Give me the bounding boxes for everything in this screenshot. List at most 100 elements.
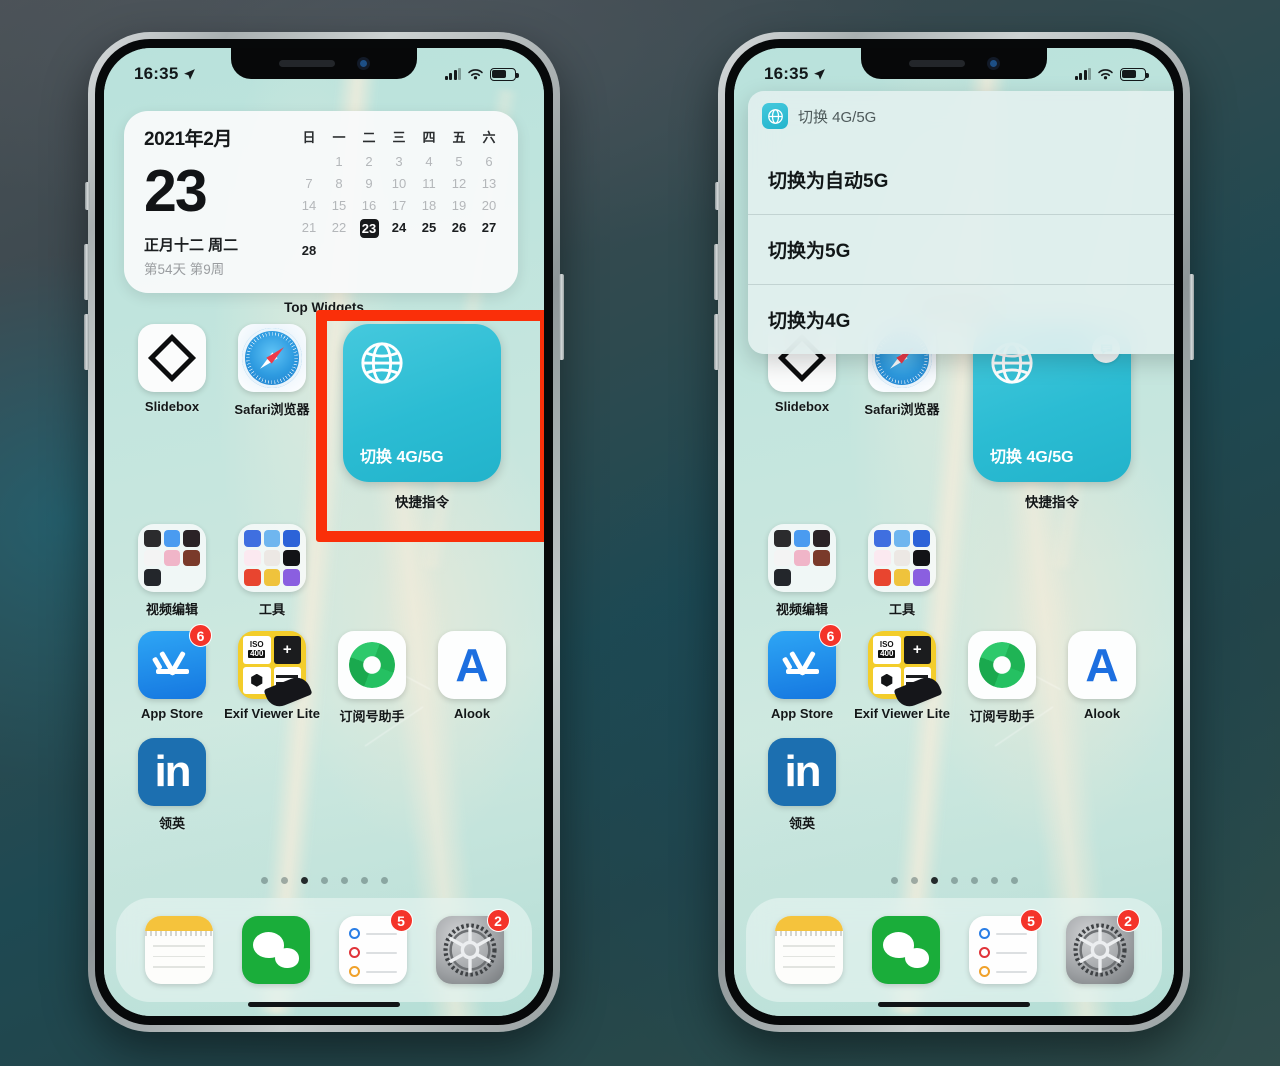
- linkedin-icon[interactable]: in: [138, 738, 206, 806]
- volume-down-button[interactable]: [84, 314, 89, 370]
- page-dot[interactable]: [950, 877, 958, 884]
- folder-tools[interactable]: 工具: [222, 524, 322, 618]
- app-app-store[interactable]: 6 App Store: [122, 624, 222, 725]
- app-row-1: Slidebox Safari浏览器 切换 4G/5G 快捷指令: [104, 324, 544, 511]
- app-subscription-assistant[interactable]: 订阅号助手: [952, 631, 1052, 725]
- home-indicator[interactable]: [878, 1002, 1030, 1007]
- app-safari[interactable]: Safari浏览器: [222, 324, 322, 511]
- mute-switch[interactable]: [715, 182, 720, 210]
- page-dot[interactable]: [1010, 877, 1018, 884]
- calendar-widget[interactable]: 2021年2月 23 正月十二 周二 第54天 第9周 日一二三四五六.1234…: [124, 111, 518, 293]
- shortcut-widget-title: 切换 4G/5G: [360, 449, 444, 466]
- front-camera: [986, 56, 1000, 70]
- page-dot[interactable]: [890, 877, 898, 884]
- app-subscription-assistant[interactable]: 订阅号助手: [322, 631, 422, 725]
- page-dot[interactable]: [970, 877, 978, 884]
- calendar-day: 19: [451, 198, 467, 213]
- settings-icon[interactable]: 2: [1065, 909, 1140, 984]
- page-dot[interactable]: [280, 877, 288, 884]
- notch: [231, 48, 417, 79]
- app-exif-viewer-lite[interactable]: ISO 400 + Exif Viewer Lite: [222, 631, 322, 725]
- globe-icon: [762, 103, 788, 129]
- home-indicator[interactable]: [248, 1002, 400, 1007]
- folder-icon[interactable]: [238, 524, 306, 592]
- app-linkedin[interactable]: in 领英: [122, 738, 222, 832]
- power-button[interactable]: [559, 274, 564, 360]
- shortcut-action-menu-option-3[interactable]: 切换为4G: [748, 284, 1174, 354]
- shortcut-widget-cell[interactable]: 切换 4G/5G 快捷指令: [322, 324, 522, 511]
- page-dot[interactable]: [340, 877, 348, 884]
- folder-icon[interactable]: [138, 524, 206, 592]
- slidebox-icon[interactable]: [138, 324, 206, 392]
- app-store-icon[interactable]: 6: [138, 624, 212, 699]
- app-label: App Store: [140, 706, 204, 721]
- phone-right-screen: 16:35 Top Widgets: [734, 48, 1174, 1016]
- calendar-day: 15: [331, 198, 347, 213]
- calendar-weekday-header: 三: [392, 130, 406, 145]
- calendar-weekday-header: 四: [422, 130, 436, 145]
- subscription-assistant-icon[interactable]: [968, 631, 1036, 699]
- notes-icon[interactable]: [774, 916, 843, 984]
- subscription-assistant-icon[interactable]: [338, 631, 406, 699]
- power-button[interactable]: [1189, 274, 1194, 360]
- volume-up-button[interactable]: [84, 244, 89, 300]
- app-store-icon[interactable]: 6: [768, 624, 842, 699]
- folder-icon[interactable]: [768, 524, 836, 592]
- exif-viewer-icon[interactable]: ISO 400 +: [238, 631, 313, 711]
- notes-icon[interactable]: [144, 916, 213, 984]
- page-dot[interactable]: [990, 877, 998, 884]
- page-dot[interactable]: [320, 877, 328, 884]
- app-linkedin[interactable]: in 领英: [752, 738, 852, 832]
- page-dots[interactable]: [734, 877, 1174, 884]
- badge-count: 5: [1019, 909, 1043, 932]
- safari-icon[interactable]: [238, 324, 306, 392]
- calendar-lunar-date: 正月十二 周二: [144, 237, 239, 254]
- page-dots[interactable]: [104, 877, 544, 884]
- wechat-icon[interactable]: [871, 916, 940, 984]
- exif-viewer-icon[interactable]: ISO 400 +: [868, 631, 943, 711]
- shortcut-action-menu-option-2[interactable]: 切换为5G: [748, 214, 1174, 284]
- alook-icon[interactable]: A: [1068, 631, 1136, 699]
- calendar-day-today: 23: [359, 219, 379, 238]
- earpiece-speaker: [908, 59, 965, 67]
- app-exif-viewer-lite[interactable]: ISO 400 + Exif Viewer Lite: [852, 631, 952, 725]
- app-alook[interactable]: A Alook: [422, 631, 522, 725]
- calendar-day: 28: [301, 243, 317, 258]
- calendar-day: 13: [481, 176, 497, 191]
- page-dot[interactable]: [360, 877, 368, 884]
- folder-icon[interactable]: [868, 524, 936, 592]
- alook-icon[interactable]: A: [438, 631, 506, 699]
- calendar-month: 2021年2月: [144, 129, 233, 150]
- app-row-2: 视频编辑 工具: [734, 524, 1174, 618]
- volume-down-button[interactable]: [714, 314, 719, 370]
- gear-icon: [1072, 923, 1127, 977]
- page-dot-active[interactable]: [300, 877, 308, 884]
- shortcut-widget[interactable]: 切换 4G/5G: [343, 324, 501, 482]
- app-row-3: 6 App Store ISO 400 + Exif Viewer Lite 订…: [104, 624, 544, 725]
- settings-icon[interactable]: 2: [435, 909, 510, 984]
- app-row-4: in 领英: [104, 738, 544, 832]
- mute-switch[interactable]: [85, 182, 90, 210]
- reminders-icon[interactable]: 5: [968, 909, 1043, 984]
- folder-tools[interactable]: 工具: [852, 524, 952, 618]
- page-dot[interactable]: [910, 877, 918, 884]
- volume-up-button[interactable]: [714, 244, 719, 300]
- wifi-icon: [468, 68, 483, 79]
- calendar-day: 12: [451, 176, 467, 191]
- linkedin-icon[interactable]: in: [768, 738, 836, 806]
- shortcut-action-menu-option-1[interactable]: 切换为自动5G: [748, 140, 1174, 214]
- page-dot[interactable]: [260, 877, 268, 884]
- app-app-store[interactable]: 6 App Store: [752, 624, 852, 725]
- page-dot-active[interactable]: [930, 877, 938, 884]
- app-alook[interactable]: A Alook: [1052, 631, 1152, 725]
- wechat-icon[interactable]: [241, 916, 310, 984]
- folder-video-editing[interactable]: 视频编辑: [752, 524, 852, 618]
- page-dot[interactable]: [380, 877, 388, 884]
- app-slidebox[interactable]: Slidebox: [122, 324, 222, 511]
- calendar-day: 1: [335, 154, 343, 169]
- phone-right-bezel: 16:35 Top Widgets: [725, 39, 1183, 1025]
- app-label: Safari浏览器: [234, 402, 310, 417]
- reminders-icon[interactable]: 5: [338, 909, 413, 984]
- folder-video-editing[interactable]: 视频编辑: [122, 524, 222, 618]
- app-label: 视频编辑: [775, 602, 828, 617]
